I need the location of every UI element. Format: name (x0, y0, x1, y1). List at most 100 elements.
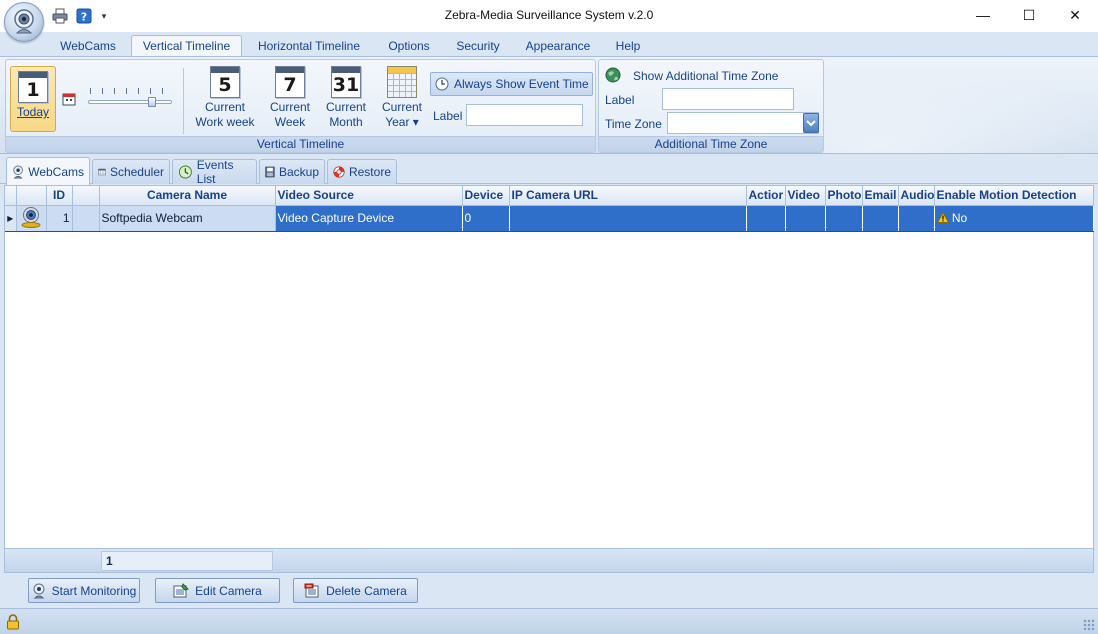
today-label: Today (16, 105, 50, 119)
maximize-button[interactable]: ☐ (1006, 0, 1052, 30)
clock-icon (435, 77, 449, 91)
cell-id: 1 (46, 205, 73, 232)
cell-photo[interactable] (825, 205, 863, 232)
column-header-video[interactable]: Video (785, 186, 826, 206)
motion-detection-value: No (951, 211, 968, 225)
status-bar (0, 608, 1098, 634)
table-header-row: ID Camera Name Video Source Device IP Ca… (5, 186, 1094, 206)
warning-icon (936, 211, 949, 223)
close-button[interactable]: ✕ (1052, 0, 1098, 30)
customize-qat-dropdown[interactable]: ▾ (98, 11, 110, 22)
tab-webcams[interactable]: WebCams (52, 35, 124, 56)
column-header-camera-name[interactable]: Camera Name (99, 186, 276, 206)
cell-device[interactable]: 0 (462, 205, 510, 232)
ribbon-tab-strip: WebCams Vertical Timeline Horizontal Tim… (0, 32, 1098, 56)
cell-action[interactable] (746, 205, 786, 232)
tab-appearance[interactable]: Appearance (518, 35, 598, 56)
webcam-icon (33, 583, 45, 598)
column-header-icon[interactable] (16, 186, 47, 206)
svg-text:?: ? (81, 11, 87, 24)
column-header-photo[interactable]: Photo (825, 186, 863, 206)
print-button[interactable] (50, 6, 70, 26)
tab-help[interactable]: Help (608, 35, 648, 56)
time-zone-label-input[interactable] (662, 88, 794, 110)
subtab-webcams[interactable]: WebCams (6, 157, 90, 185)
subtab-backup[interactable]: Backup (259, 159, 325, 184)
always-show-event-time-button[interactable]: Always Show Event Time (430, 72, 593, 96)
cell-motion-detection[interactable]: No (934, 205, 1094, 232)
cell-video-source[interactable]: Video Capture Device (275, 205, 463, 232)
column-header-id[interactable]: ID (46, 186, 73, 206)
column-header-ip-camera-url[interactable]: IP Camera URL (509, 186, 747, 206)
column-header-video-source[interactable]: Video Source (275, 186, 463, 206)
row-camera-icon-cell (16, 205, 47, 232)
additional-time-zone-group: Show Additional Time Zone Label Time Zon… (598, 59, 824, 153)
column-header-audio[interactable]: Audio (898, 186, 935, 206)
column-header-email[interactable]: Email (862, 186, 899, 206)
cell-ip-camera-url[interactable] (509, 205, 747, 232)
current-week-button[interactable]: 7 Current Week (264, 66, 316, 130)
label-caption: Label (433, 109, 463, 123)
cell-audio[interactable] (898, 205, 935, 232)
delete-camera-icon (304, 583, 319, 597)
label-input[interactable] (466, 104, 583, 126)
today-button[interactable]: 1 Today (10, 66, 56, 132)
column-header-indicator[interactable] (5, 186, 17, 206)
quick-access-toolbar: ? ▾ (48, 5, 124, 27)
tab-horizontal-timeline[interactable]: Horizontal Timeline (250, 35, 368, 56)
lock-icon[interactable] (6, 614, 20, 630)
tab-vertical-timeline[interactable]: Vertical Timeline (131, 35, 242, 56)
calendar-day-icon: 1 (18, 71, 48, 103)
printer-icon (52, 8, 68, 24)
time-zone-label-caption: Label (605, 93, 635, 107)
table-row[interactable]: ▸ 1 Softpedia Webcam Video Capture Devic… (5, 205, 1094, 232)
cell-video[interactable] (785, 205, 826, 232)
time-zone-dropdown-button[interactable] (803, 113, 819, 133)
calendar-month-icon: 31 (331, 66, 361, 98)
events-list-icon (178, 165, 192, 179)
action-bar: Start Monitoring Edit Camera Delete Came… (0, 574, 1098, 608)
delete-camera-button[interactable]: Delete Camera (293, 578, 418, 603)
chevron-down-icon (806, 120, 816, 127)
vertical-timeline-group-label: Vertical Timeline (6, 136, 595, 152)
tab-security[interactable]: Security (448, 35, 508, 56)
title-bar: ? ▾ Zebra-Media Surveillance System v.2.… (0, 0, 1098, 32)
tab-options[interactable]: Options (380, 35, 438, 56)
calendar-work-week-icon: 5 (210, 66, 240, 98)
globe-icon (605, 67, 621, 83)
row-count-summary: 1 (101, 551, 273, 571)
edit-camera-button[interactable]: Edit Camera (155, 578, 280, 603)
current-year-button[interactable]: Current Year ▾ (377, 66, 427, 130)
column-header-motion-detection[interactable]: Enable Motion Detection (934, 186, 1094, 206)
ribbon-panel: 1 Today 5 Current Work week 7 Current We… (0, 56, 1098, 154)
sub-tab-strip: WebCams Scheduler Events List Backup Res… (0, 154, 1098, 186)
zoom-slider-thumb[interactable] (148, 97, 156, 107)
webcam-icon (21, 206, 41, 228)
column-header-device[interactable]: Device (462, 186, 510, 206)
current-work-week-button[interactable]: 5 Current Work week (195, 66, 255, 130)
current-month-button[interactable]: 31 Current Month (320, 66, 372, 130)
cell-camera-name[interactable]: Softpedia Webcam (99, 205, 276, 232)
subtab-scheduler[interactable]: Scheduler (92, 159, 170, 184)
window-title: Zebra-Media Surveillance System v.2.0 (444, 8, 654, 22)
additional-time-zone-group-label: Additional Time Zone (599, 136, 823, 152)
calendar-year-icon (387, 66, 417, 98)
row-indicator[interactable]: ▸ (5, 205, 17, 232)
show-additional-time-zone-checkbox[interactable]: Show Additional Time Zone (633, 69, 778, 83)
column-header-action[interactable]: Actior (746, 186, 786, 206)
cell-email[interactable] (862, 205, 899, 232)
calendar-week-icon: 7 (275, 66, 305, 98)
cameras-table: ID Camera Name Video Source Device IP Ca… (5, 186, 1094, 232)
subtab-restore[interactable]: Restore (327, 159, 397, 184)
minimize-button[interactable]: — (960, 0, 1006, 30)
resize-grip[interactable] (1083, 619, 1095, 631)
zoom-slider-track[interactable] (88, 100, 172, 104)
subtab-events-list[interactable]: Events List (172, 158, 257, 186)
column-header-blank[interactable] (72, 186, 100, 206)
time-zone-select[interactable] (667, 112, 819, 134)
cell-blank (72, 205, 100, 232)
start-monitoring-button[interactable]: Start Monitoring (28, 578, 140, 603)
help-button[interactable]: ? (74, 6, 94, 26)
application-menu-button[interactable] (4, 2, 44, 42)
lifebuoy-icon (333, 166, 345, 178)
